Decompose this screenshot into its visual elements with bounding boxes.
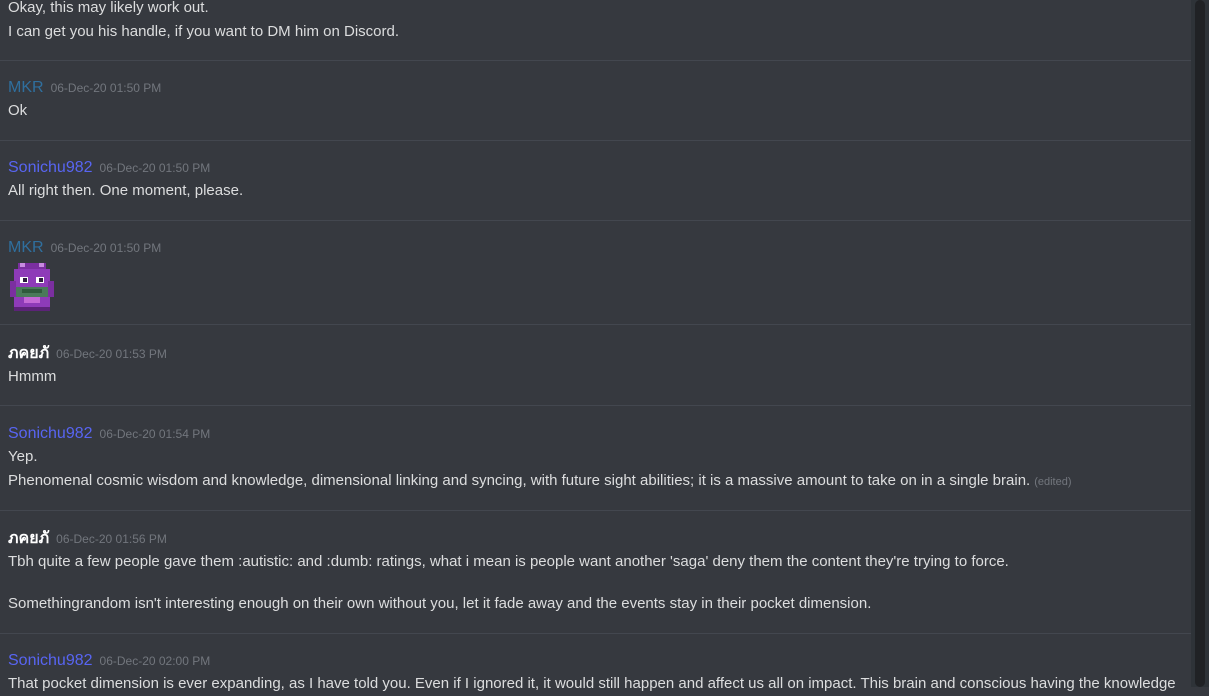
message-divider: [0, 510, 1191, 511]
message-text: All right then. One moment, please.: [8, 182, 244, 199]
message-item: Sonichu982 06-Dec-20 02:00 PM That pocket…: [0, 650, 1199, 696]
author-name[interactable]: ภคยภั: [8, 345, 49, 362]
message-text: I can get you his handle, if you want to…: [8, 23, 400, 40]
message-text: Hmmm: [8, 368, 57, 385]
message-timestamp: 06-Dec-20 01:53 PM: [56, 347, 167, 361]
message-text: Tbh quite a few people gave them :autist…: [8, 553, 1009, 570]
message-header: ภคยภั 06-Dec-20 01:56 PM: [8, 528, 1199, 550]
message-divider: [0, 60, 1191, 61]
message-header: ภคยภั 06-Dec-20 01:53 PM: [8, 343, 1199, 365]
message-header: Sonichu982 06-Dec-20 01:50 PM: [8, 157, 1199, 179]
message-text: Somethingrandom isn't interesting enough…: [8, 595, 872, 612]
message-timestamp: 06-Dec-20 01:50 PM: [99, 161, 211, 175]
message-item: MKR 06-Dec-20 01:50 PM Ok: [0, 77, 1199, 123]
message-text: Okay, this may likely work out.: [8, 0, 209, 16]
message-text: That pocket dimension is ever expanding,…: [8, 675, 1176, 692]
message-item: Okay, this may likely work out. I can ge…: [0, 0, 1199, 44]
edited-marker: (edited): [1034, 476, 1072, 488]
author-name[interactable]: Sonichu982: [8, 652, 93, 669]
message-item: ภคยภั 06-Dec-20 01:53 PM Hmmm: [0, 343, 1199, 389]
message-timestamp: 06-Dec-20 01:56 PM: [56, 532, 167, 546]
message-text: Phenomenal cosmic wisdom and knowledge, …: [8, 469, 1199, 494]
author-name[interactable]: MKR: [8, 79, 44, 96]
message-item: Sonichu982 06-Dec-20 01:54 PM Yep. Phenom…: [0, 423, 1199, 494]
message-item: ภคยภั 06-Dec-20 01:56 PM Tbh quite a few …: [0, 528, 1199, 616]
message-text-content: Phenomenal cosmic wisdom and knowledge, …: [8, 472, 1031, 489]
scrollbar-thumb[interactable]: [1195, 0, 1205, 687]
message-timestamp: 06-Dec-20 01:50 PM: [50, 81, 162, 95]
author-name[interactable]: Sonichu982: [8, 159, 93, 176]
message-divider: [0, 324, 1191, 325]
message-divider: [0, 140, 1191, 141]
message-text: Ok: [8, 102, 28, 119]
author-name[interactable]: Sonichu982: [8, 425, 93, 442]
message-divider: [0, 633, 1191, 634]
message-text: Yep.: [8, 448, 38, 465]
purple-character-emoji-icon[interactable]: [8, 263, 56, 311]
message-header: Sonichu982 06-Dec-20 02:00 PM: [8, 650, 1199, 672]
message-header: Sonichu982 06-Dec-20 01:54 PM: [8, 423, 1199, 445]
author-name[interactable]: ภคยภั: [8, 530, 49, 547]
message-header: MKR 06-Dec-20 01:50 PM: [8, 77, 1199, 99]
author-name[interactable]: MKR: [8, 239, 44, 256]
message-item: MKR 06-Dec-20 01:50 PM: [0, 237, 1199, 316]
message-list[interactable]: Okay, this may likely work out. I can ge…: [0, 0, 1191, 692]
scrollbar[interactable]: [1191, 0, 1209, 687]
message-item: Sonichu982 06-Dec-20 01:50 PM All right t…: [0, 157, 1199, 203]
message-timestamp: 06-Dec-20 01:54 PM: [99, 427, 211, 441]
message-header: MKR 06-Dec-20 01:50 PM: [8, 237, 1199, 259]
message-divider: [0, 405, 1191, 406]
message-timestamp: 06-Dec-20 01:50 PM: [50, 241, 162, 255]
message-timestamp: 06-Dec-20 02:00 PM: [99, 654, 211, 668]
message-divider: [0, 220, 1191, 221]
